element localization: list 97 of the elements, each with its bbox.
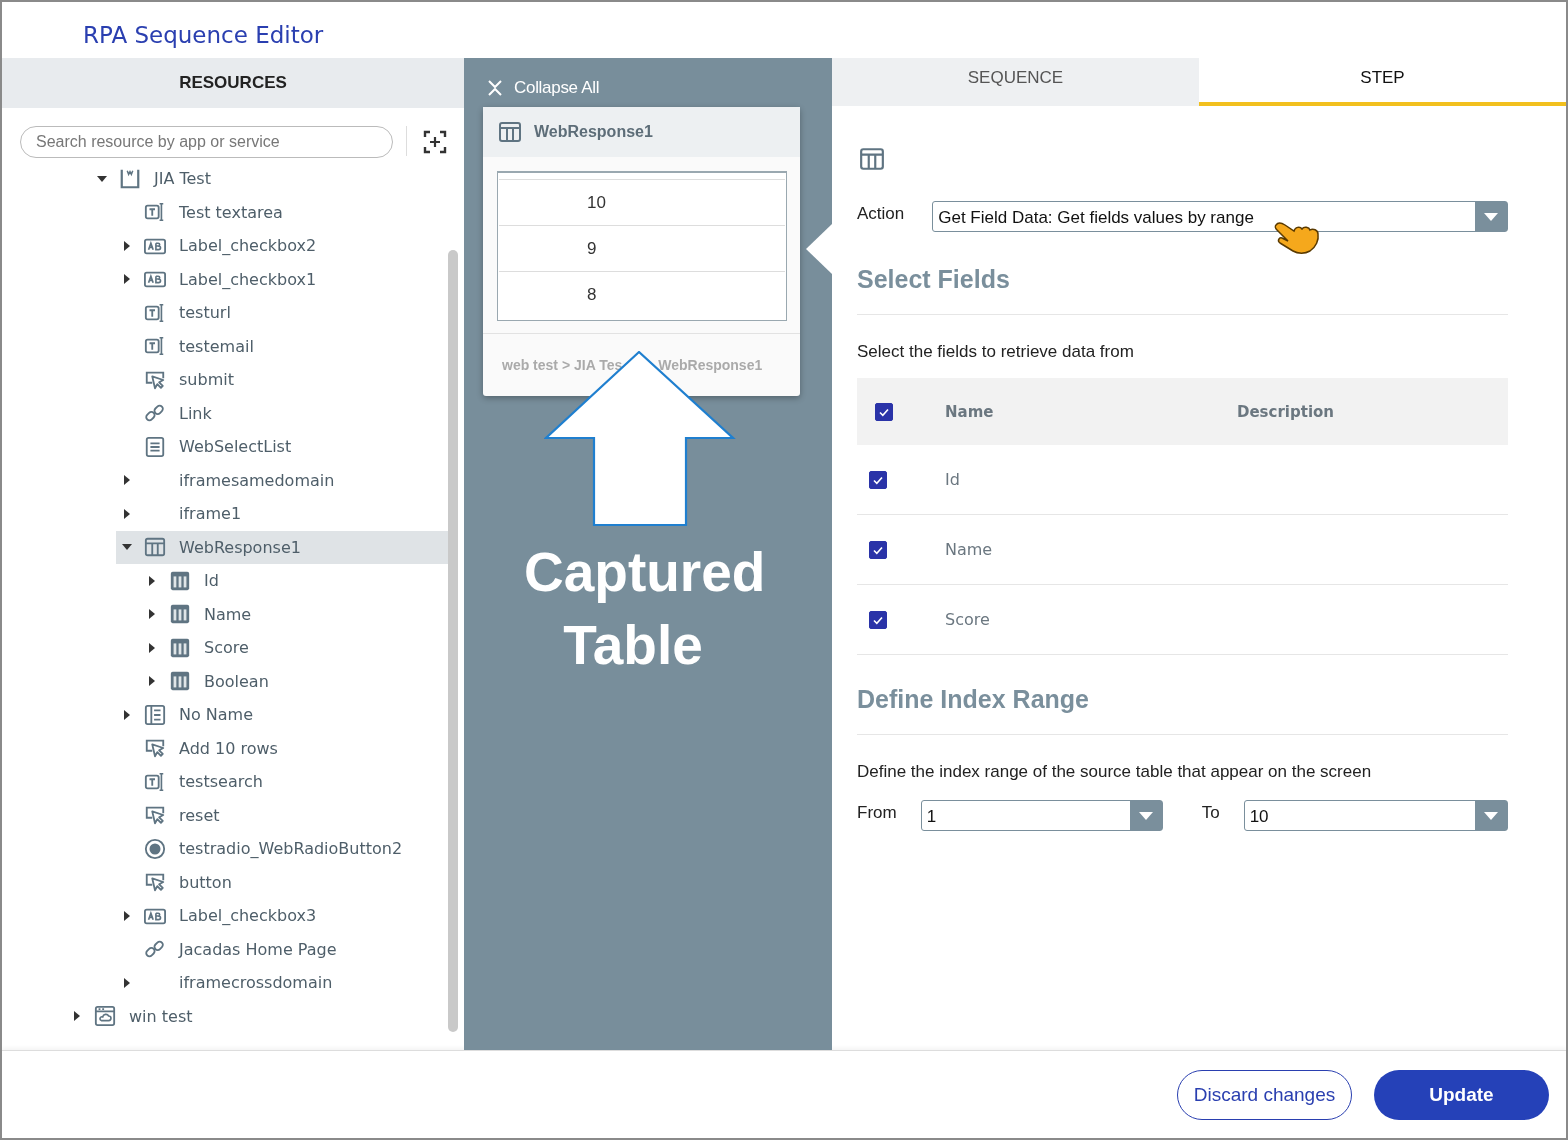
panel-header: RESOURCES bbox=[2, 58, 464, 108]
checkbox[interactable] bbox=[875, 402, 893, 421]
window-icon bbox=[94, 1005, 116, 1028]
tree-item[interactable]: iframesamedomain bbox=[116, 463, 448, 497]
table-cell-text: Name bbox=[945, 540, 994, 559]
columns-icon bbox=[169, 603, 191, 626]
tree-item[interactable]: Label_checkbox2 bbox=[116, 229, 448, 263]
tree-item[interactable]: Add 10 rows bbox=[116, 731, 448, 765]
caret-icon[interactable] bbox=[123, 274, 131, 285]
tree-item[interactable]: Test textarea bbox=[116, 195, 448, 229]
tree-item[interactable]: Jacadas Home Page bbox=[116, 932, 448, 966]
breadcrumb: WebResponse1 bbox=[658, 357, 763, 373]
caret-icon bbox=[1137, 810, 1154, 821]
window-title: RPA Sequence Editor bbox=[83, 22, 324, 48]
tree-item[interactable]: testurl bbox=[116, 296, 448, 330]
caret-icon[interactable] bbox=[148, 575, 156, 586]
tree-item[interactable]: Name bbox=[141, 597, 448, 631]
tab[interactable]: SEQUENCE bbox=[832, 58, 1199, 106]
tree-item[interactable]: submit bbox=[116, 363, 448, 397]
caret-icon[interactable] bbox=[148, 676, 156, 687]
table-cell: 9 bbox=[587, 238, 597, 259]
checkbox[interactable] bbox=[869, 610, 887, 629]
table-cell: 8 bbox=[587, 284, 597, 305]
section-heading: Define Index Range bbox=[857, 685, 1090, 714]
text-field-icon bbox=[144, 301, 166, 324]
caret-icon bbox=[1483, 810, 1499, 821]
update-button[interactable]: Update bbox=[1374, 1069, 1549, 1120]
checkbox[interactable] bbox=[869, 470, 887, 489]
action-dropdown[interactable]: Get Field Data: Get fields values by range bbox=[932, 201, 1508, 232]
instruction-text: Define the index range of the source table that appear on the screen bbox=[857, 762, 1373, 782]
callout-notch bbox=[806, 224, 832, 274]
checkbox[interactable] bbox=[869, 540, 887, 559]
search-field[interactable]: Search resource by app or service bbox=[20, 126, 393, 158]
columns-icon bbox=[169, 636, 191, 659]
table-icon bbox=[144, 536, 166, 559]
caret-icon[interactable] bbox=[123, 475, 131, 486]
table-cell: 10 bbox=[587, 192, 606, 213]
table-cell-text: Score bbox=[945, 610, 991, 629]
tree-item[interactable]: Label_checkbox3 bbox=[116, 899, 448, 933]
tree-item[interactable]: Boolean bbox=[141, 664, 448, 698]
column-header: Name bbox=[945, 402, 995, 421]
tree-item[interactable]: button bbox=[116, 865, 448, 899]
table-cell-text: Id bbox=[945, 470, 961, 489]
scrollbar[interactable] bbox=[448, 250, 458, 1032]
tree-item[interactable]: testsearch bbox=[116, 765, 448, 799]
tree-item[interactable]: WebSelectList bbox=[116, 430, 448, 464]
pointer-icon bbox=[144, 737, 166, 760]
form-icon bbox=[144, 703, 166, 726]
list-icon bbox=[144, 435, 166, 458]
to-dropdown[interactable]: 10 bbox=[1243, 800, 1508, 831]
discard-button[interactable]: Discard changes bbox=[1177, 1069, 1352, 1120]
columns-icon bbox=[169, 569, 191, 592]
caret-icon[interactable] bbox=[97, 174, 107, 183]
text-field-icon bbox=[144, 770, 166, 793]
page-icon bbox=[119, 167, 141, 190]
radio-icon bbox=[144, 837, 166, 860]
pointer-icon bbox=[144, 871, 166, 894]
caret-icon[interactable] bbox=[123, 709, 131, 720]
table-icon bbox=[859, 146, 885, 172]
section-heading: Select Fields bbox=[857, 265, 1011, 294]
tree-item[interactable]: JIA Test bbox=[91, 162, 448, 196]
annotation-label: Captured Table bbox=[523, 540, 767, 678]
field-label: From bbox=[857, 802, 897, 823]
caret-icon[interactable] bbox=[73, 1011, 81, 1022]
from-dropdown[interactable]: 1 bbox=[920, 800, 1163, 831]
tree-item[interactable]: Score bbox=[141, 631, 448, 665]
column-header: Description bbox=[1237, 402, 1335, 421]
tree-item[interactable]: win test bbox=[66, 999, 448, 1033]
caret-icon[interactable] bbox=[148, 642, 156, 653]
card-title: WebResponse1 bbox=[534, 123, 653, 141]
tree-item[interactable]: testradio_WebRadioButton2 bbox=[116, 832, 448, 866]
tree-item[interactable]: WebResponse1 bbox=[116, 530, 448, 564]
pointer-icon bbox=[144, 804, 166, 827]
tree-item[interactable]: Label_checkbox1 bbox=[116, 262, 448, 296]
caret-icon[interactable] bbox=[122, 543, 132, 552]
field-label: Action bbox=[857, 203, 905, 224]
collapse-icon bbox=[488, 79, 502, 96]
tree-item[interactable]: reset bbox=[116, 798, 448, 832]
caret-icon[interactable] bbox=[123, 508, 131, 519]
caret-icon[interactable] bbox=[123, 977, 131, 988]
instruction-text: Select the fields to retrieve data from bbox=[857, 342, 1135, 362]
tree-item[interactable]: Link bbox=[116, 396, 448, 430]
tree-item[interactable]: Id bbox=[141, 564, 448, 598]
text-field-icon bbox=[144, 201, 166, 224]
tree-item[interactable]: No Name bbox=[116, 698, 448, 732]
table-icon bbox=[498, 120, 522, 144]
tree-item[interactable]: testemail bbox=[116, 329, 448, 363]
focus-icon[interactable] bbox=[423, 130, 447, 154]
caret-icon bbox=[1483, 211, 1499, 222]
text-field-icon bbox=[144, 335, 166, 358]
field-label: To bbox=[1201, 802, 1220, 823]
columns-icon bbox=[169, 670, 191, 693]
caret-icon[interactable] bbox=[148, 609, 156, 620]
caret-icon[interactable] bbox=[123, 910, 131, 921]
caret-icon[interactable] bbox=[123, 240, 131, 251]
tree-item[interactable]: iframe1 bbox=[116, 497, 448, 531]
tree-item[interactable]: iframecrossdomain bbox=[116, 966, 448, 1000]
